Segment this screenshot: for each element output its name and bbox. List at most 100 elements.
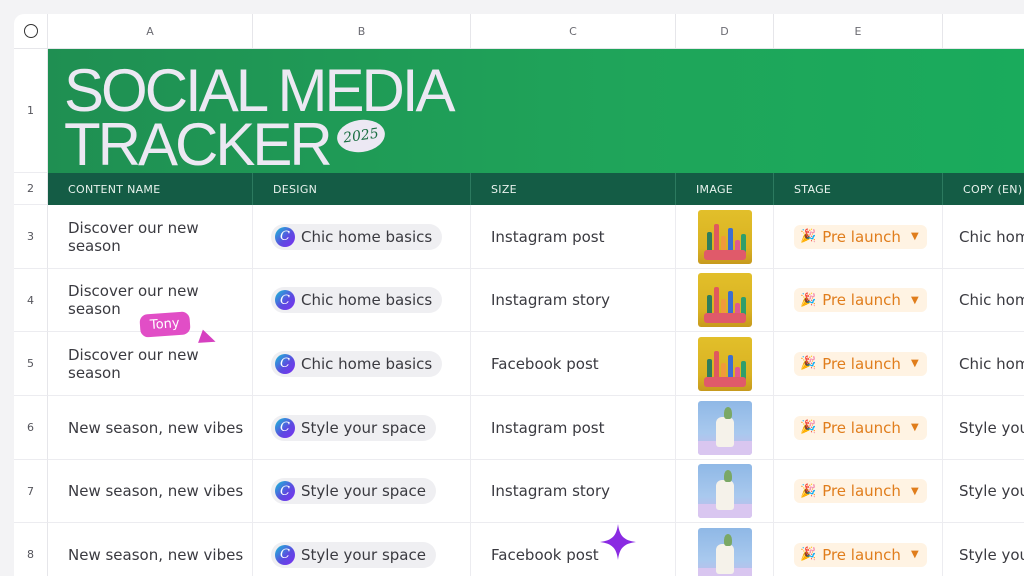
stage-cell[interactable]: 🎉 Pre launch ▼ <box>774 269 943 332</box>
image-cell[interactable] <box>676 269 774 332</box>
column-header-b[interactable]: B <box>253 14 471 49</box>
design-link-pill[interactable]: C Chic home basics <box>271 287 443 313</box>
size-cell[interactable]: Instagram story <box>471 460 676 523</box>
content-name-text: New season, new vibes <box>68 545 244 564</box>
stage-cell[interactable]: 🎉 Pre launch ▼ <box>774 460 943 523</box>
row-header-1[interactable]: 1 <box>14 49 48 173</box>
yellow-still-life-thumbnail[interactable] <box>698 336 752 391</box>
copy-text: Style you <box>959 482 1024 500</box>
blue-vase-thumbnail[interactable] <box>698 464 752 518</box>
stage-dropdown[interactable]: 🎉 Pre launch ▼ <box>794 351 927 376</box>
spreadsheet: A B C D E 1 2 3 4 5 6 7 8 SOCIAL MEDIA T… <box>14 14 1024 576</box>
design-cell[interactable]: C Style your space <box>253 523 471 576</box>
row-header-6[interactable]: 6 <box>14 396 48 460</box>
title-banner[interactable]: SOCIAL MEDIA TRACKER 2025 <box>48 49 1024 175</box>
stage-cell[interactable]: 🎉 Pre launch ▼ <box>774 396 943 460</box>
copy-cell[interactable]: Chic hom <box>943 269 1024 332</box>
size-text: Instagram post <box>491 418 605 437</box>
design-cell[interactable]: C Chic home basics <box>253 205 471 269</box>
row-header-3[interactable]: 3 <box>14 205 48 269</box>
thumbnail-shape <box>716 543 734 574</box>
content-name-cell[interactable]: New season, new vibes <box>48 523 253 576</box>
size-cell[interactable]: Facebook post <box>471 523 676 576</box>
design-link-pill[interactable]: C Chic home basics <box>271 350 443 377</box>
row-header-8[interactable]: 8 <box>14 523 48 576</box>
copy-cell[interactable]: Chic hom <box>943 205 1024 269</box>
size-cell[interactable]: Instagram post <box>471 205 676 269</box>
chevron-down-icon: ▼ <box>910 231 919 242</box>
design-link-pill[interactable]: C Style your space <box>271 414 436 441</box>
header-size[interactable]: SIZE <box>471 173 676 205</box>
row-header-4[interactable]: 4 <box>14 269 48 332</box>
canva-logo-icon: C <box>275 481 295 501</box>
header-copy-en[interactable]: COPY (EN) <box>943 173 1024 205</box>
design-cell[interactable]: C Chic home basics <box>253 269 471 332</box>
image-cell[interactable] <box>676 396 774 460</box>
yellow-still-life-thumbnail[interactable] <box>698 209 752 264</box>
design-link-pill[interactable]: C Style your space <box>271 478 436 504</box>
size-cell[interactable]: Instagram story <box>471 269 676 332</box>
sparkle-icon <box>600 524 636 560</box>
design-name-text: Chic home basics <box>301 227 433 246</box>
content-name-cell[interactable]: New season, new vibes <box>48 460 253 523</box>
column-header-e[interactable]: E <box>774 14 943 49</box>
row-header-7[interactable]: 7 <box>14 460 48 523</box>
chevron-down-icon: ▼ <box>910 294 919 306</box>
thumbnail-shape <box>704 249 746 260</box>
stage-cell[interactable]: 🎉 Pre launch ▼ <box>774 523 943 576</box>
stage-dropdown[interactable]: 🎉 Pre launch ▼ <box>794 415 927 440</box>
stage-text: Pre launch <box>822 291 901 309</box>
image-cell[interactable] <box>676 205 774 269</box>
design-cell[interactable]: C Style your space <box>253 396 471 460</box>
stage-dropdown[interactable]: 🎉 Pre launch ▼ <box>794 542 927 567</box>
blue-vase-thumbnail[interactable] <box>698 527 752 576</box>
copy-cell[interactable]: Style you <box>943 460 1024 523</box>
column-header-a[interactable]: A <box>48 14 253 49</box>
size-text: Facebook post <box>491 545 599 564</box>
header-content-name[interactable]: CONTENT NAME <box>48 173 253 205</box>
stage-text: Pre launch <box>822 227 901 246</box>
header-stage[interactable]: STAGE <box>774 173 943 205</box>
design-name-text: Style your space <box>301 482 426 500</box>
design-name-text: Chic home basics <box>301 291 433 309</box>
image-cell[interactable] <box>676 460 774 523</box>
stage-cell[interactable]: 🎉 Pre launch ▼ <box>774 332 943 396</box>
select-all-circle-icon[interactable] <box>23 24 38 38</box>
size-cell[interactable]: Instagram post <box>471 396 676 460</box>
thumbnail-shape <box>716 480 734 510</box>
image-cell[interactable] <box>676 523 774 576</box>
header-image[interactable]: IMAGE <box>676 173 774 205</box>
column-header-f[interactable] <box>943 14 1024 49</box>
column-header-d[interactable]: D <box>676 14 774 49</box>
content-name-cell[interactable]: New season, new vibes <box>48 396 253 460</box>
design-name-text: Style your space <box>301 418 426 437</box>
thumbnail-shape <box>724 533 732 546</box>
copy-cell[interactable]: Style you <box>943 396 1024 460</box>
copy-cell[interactable]: Chic hom <box>943 332 1024 396</box>
stage-cell[interactable]: 🎉 Pre launch ▼ <box>774 205 943 269</box>
design-link-pill[interactable]: C Chic home basics <box>271 223 443 250</box>
size-cell[interactable]: Facebook post <box>471 332 676 396</box>
column-header-c[interactable]: C <box>471 14 676 49</box>
blue-vase-thumbnail[interactable] <box>698 400 752 455</box>
stage-dropdown[interactable]: 🎉 Pre launch ▼ <box>794 288 927 312</box>
select-all-corner[interactable] <box>14 14 48 49</box>
canva-logo-icon: C <box>275 353 295 374</box>
copy-cell[interactable]: Style you <box>943 523 1024 576</box>
image-cell[interactable] <box>676 332 774 396</box>
stage-text: Pre launch <box>822 418 901 437</box>
stage-dropdown[interactable]: 🎉 Pre launch ▼ <box>794 479 927 503</box>
design-link-pill[interactable]: C Style your space <box>271 541 436 568</box>
design-cell[interactable]: C Style your space <box>253 460 471 523</box>
stage-text: Pre launch <box>822 354 901 373</box>
party-popper-icon: 🎉 <box>800 356 817 371</box>
content-name-cell[interactable]: Discover our new season <box>48 205 253 269</box>
header-design[interactable]: DESIGN <box>253 173 471 205</box>
row-header-2[interactable]: 2 <box>14 173 48 205</box>
content-name-cell[interactable]: Discover our new season <box>48 332 253 396</box>
copy-text: Style you <box>959 545 1024 564</box>
row-header-5[interactable]: 5 <box>14 332 48 396</box>
yellow-still-life-thumbnail[interactable] <box>698 273 752 327</box>
stage-dropdown[interactable]: 🎉 Pre launch ▼ <box>794 224 927 249</box>
design-cell[interactable]: C Chic home basics <box>253 332 471 396</box>
